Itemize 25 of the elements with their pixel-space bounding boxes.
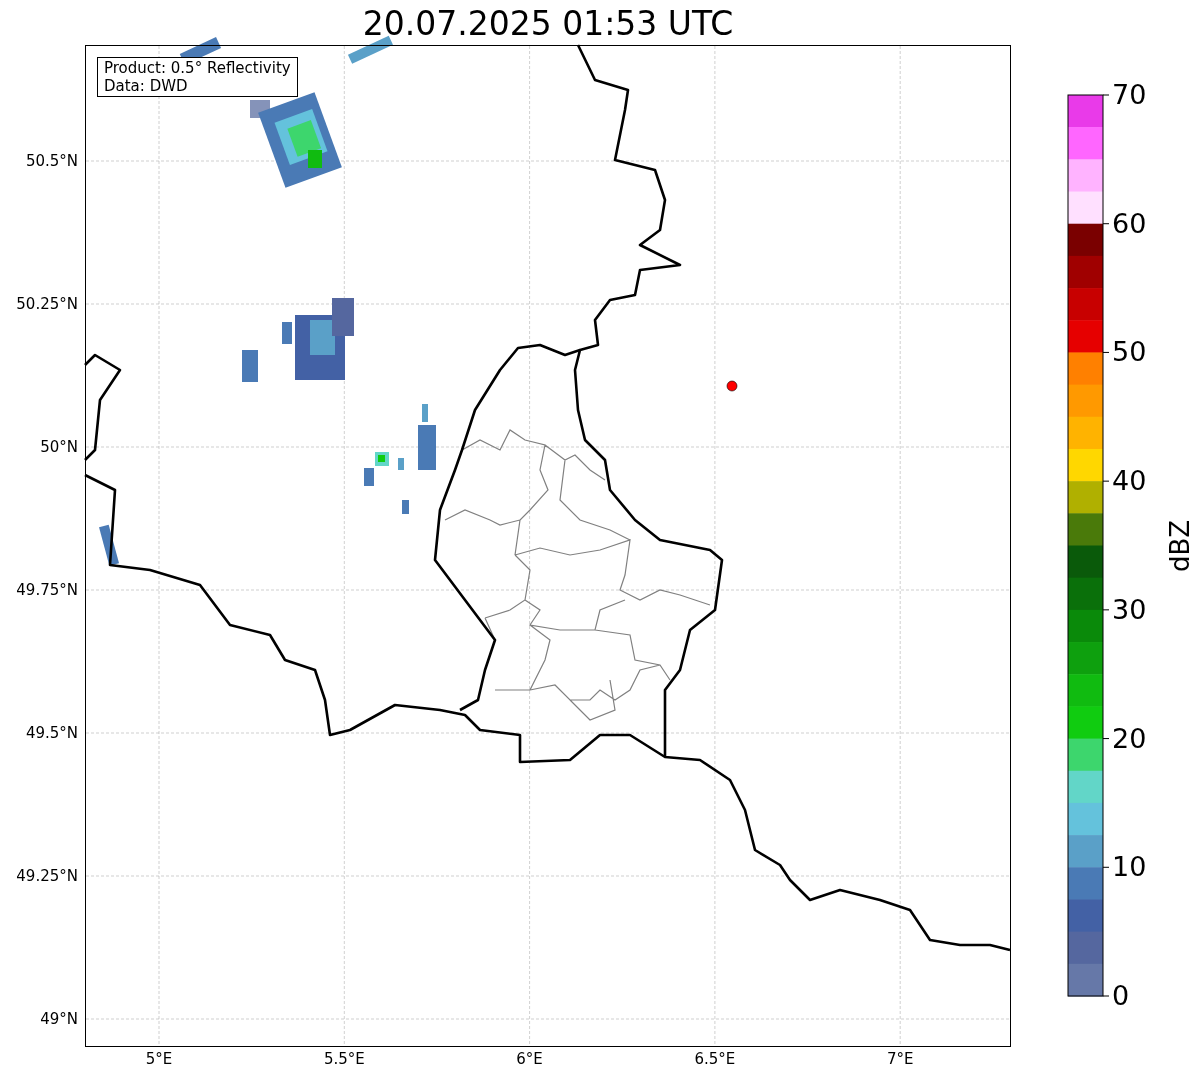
colorbar-tick-label: 20 [1112,722,1147,755]
info-text: Data: DWD [104,77,189,95]
longitude-label: 6°E [515,1050,544,1068]
colorbar-tick-label: 0 [1112,980,1130,1012]
chart-title: 20.07.2025 01:53 UTC [361,3,735,45]
colorbar-tick-label: 40 [1112,465,1147,498]
longitude-label: 6.5°E [693,1050,737,1068]
colorbar-tick-label: 50 [1112,336,1147,369]
colorbar-tick-label: 70 [1112,79,1147,111]
info-text: Product: 0.5° Reflectivity [104,59,291,77]
latitude-label: 49.75°N [16,581,78,599]
longitude-label: 5°E [144,1050,174,1068]
colorbar-label: dBZ [1165,519,1195,573]
latitude-label: 49.5°N [25,724,78,742]
latitude-label: 50.25°N [16,295,78,313]
latitude-label: 49.25°N [16,867,78,885]
latitude-label: 49°N [40,1010,78,1028]
colorbar-tick-label: 10 [1112,851,1147,884]
location-marker [726,380,738,392]
longitude-label: 7°E [885,1050,915,1068]
colorbar-tick-label: 30 [1112,593,1147,626]
longitude-label: 5.5°E [322,1050,366,1068]
colorbar-tick-label: 60 [1112,207,1147,240]
latitude-label: 50.5°N [25,152,78,170]
latitude-label: 50°N [40,438,78,456]
